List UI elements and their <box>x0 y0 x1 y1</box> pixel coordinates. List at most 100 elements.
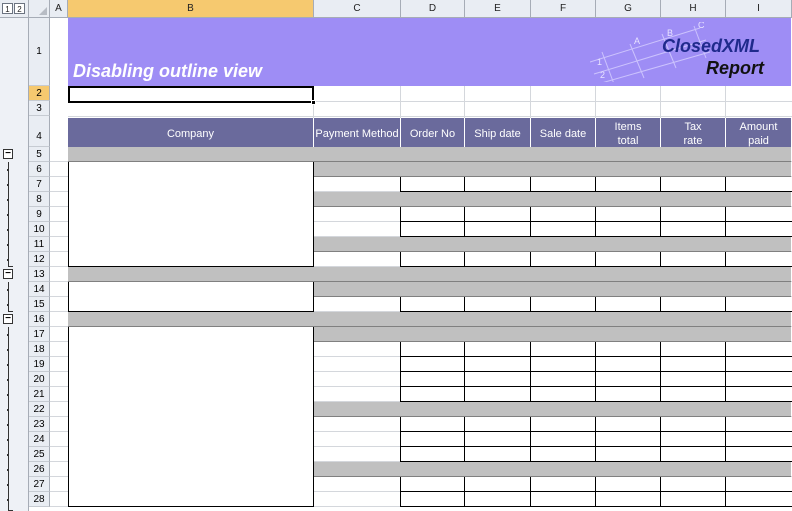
row-header-14[interactable]: 14 <box>29 282 50 297</box>
row-header-17[interactable]: 17 <box>29 327 50 342</box>
row-header-20[interactable]: 20 <box>29 372 50 387</box>
sale-date-cell[interactable] <box>531 207 595 222</box>
column-header-c[interactable]: C <box>314 0 401 18</box>
row-header-6[interactable]: 6 <box>29 162 50 177</box>
items-total-cell[interactable] <box>596 432 660 447</box>
column-header-h[interactable]: H <box>661 0 726 18</box>
row-header-4[interactable]: 4 <box>29 116 50 147</box>
row-header-16[interactable]: 16 <box>29 312 50 327</box>
sale-date-cell[interactable] <box>531 477 595 492</box>
order-no-cell[interactable] <box>401 297 464 312</box>
order-no-cell[interactable] <box>401 207 464 222</box>
sale-date-cell[interactable] <box>531 177 595 192</box>
order-no-cell[interactable] <box>401 252 464 267</box>
items-total-cell[interactable] <box>596 177 660 192</box>
items-total-cell[interactable] <box>596 417 660 432</box>
amount-paid-cell[interactable] <box>726 492 791 507</box>
outline-level-2-button[interactable]: 2 <box>14 3 25 14</box>
select-all-corner[interactable] <box>29 0 50 18</box>
ship-date-cell[interactable] <box>465 177 530 192</box>
items-total-cell[interactable] <box>596 252 660 267</box>
order-no-cell[interactable] <box>401 492 464 507</box>
amount-paid-cell[interactable] <box>726 432 791 447</box>
ship-date-cell[interactable] <box>465 207 530 222</box>
amount-paid-cell[interactable] <box>726 447 791 462</box>
row-header-1[interactable]: 1 <box>29 18 50 86</box>
items-total-cell[interactable] <box>596 387 660 402</box>
items-total-cell[interactable] <box>596 207 660 222</box>
order-no-cell[interactable] <box>401 342 464 357</box>
amount-paid-cell[interactable] <box>726 207 791 222</box>
items-total-cell[interactable] <box>596 357 660 372</box>
collapse-group-button[interactable]: − <box>3 269 13 279</box>
items-total-cell[interactable] <box>596 492 660 507</box>
column-header-e[interactable]: E <box>465 0 531 18</box>
order-no-cell[interactable] <box>401 387 464 402</box>
row-header-26[interactable]: 26 <box>29 462 50 477</box>
row-header-22[interactable]: 22 <box>29 402 50 417</box>
sale-date-cell[interactable] <box>531 492 595 507</box>
ship-date-cell[interactable] <box>465 432 530 447</box>
ship-date-cell[interactable] <box>465 342 530 357</box>
row-header-18[interactable]: 18 <box>29 342 50 357</box>
row-header-12[interactable]: 12 <box>29 252 50 267</box>
collapse-group-button[interactable]: − <box>3 314 13 324</box>
fill-handle[interactable] <box>311 100 316 105</box>
order-no-cell[interactable] <box>401 417 464 432</box>
order-no-cell[interactable] <box>401 447 464 462</box>
row-header-2[interactable]: 2 <box>29 86 50 101</box>
order-no-cell[interactable] <box>401 177 464 192</box>
row-header-15[interactable]: 15 <box>29 297 50 312</box>
column-header-f[interactable]: F <box>531 0 596 18</box>
amount-paid-cell[interactable] <box>726 387 791 402</box>
row-header-27[interactable]: 27 <box>29 477 50 492</box>
row-header-28[interactable]: 28 <box>29 492 50 507</box>
items-total-cell[interactable] <box>596 297 660 312</box>
ship-date-cell[interactable] <box>465 252 530 267</box>
column-header-i[interactable]: I <box>726 0 792 18</box>
ship-date-cell[interactable] <box>465 417 530 432</box>
row-header-10[interactable]: 10 <box>29 222 50 237</box>
sale-date-cell[interactable] <box>531 387 595 402</box>
column-header-b[interactable]: B <box>68 0 314 18</box>
selected-cell-b2[interactable] <box>68 86 314 103</box>
row-header-5[interactable]: 5 <box>29 147 50 162</box>
sale-date-cell[interactable] <box>531 222 595 237</box>
sale-date-cell[interactable] <box>531 342 595 357</box>
column-header-a[interactable]: A <box>50 0 68 18</box>
row-header-25[interactable]: 25 <box>29 447 50 462</box>
row-header-23[interactable]: 23 <box>29 417 50 432</box>
ship-date-cell[interactable] <box>465 387 530 402</box>
amount-paid-cell[interactable] <box>726 342 791 357</box>
order-no-cell[interactable] <box>401 432 464 447</box>
amount-paid-cell[interactable] <box>726 477 791 492</box>
ship-date-cell[interactable] <box>465 447 530 462</box>
row-header-21[interactable]: 21 <box>29 387 50 402</box>
sale-date-cell[interactable] <box>531 372 595 387</box>
amount-paid-cell[interactable] <box>726 177 791 192</box>
column-header-d[interactable]: D <box>401 0 465 18</box>
amount-paid-cell[interactable] <box>726 372 791 387</box>
items-total-cell[interactable] <box>596 342 660 357</box>
amount-paid-cell[interactable] <box>726 297 791 312</box>
collapse-group-button[interactable]: − <box>3 149 13 159</box>
ship-date-cell[interactable] <box>465 372 530 387</box>
items-total-cell[interactable] <box>596 372 660 387</box>
ship-date-cell[interactable] <box>465 222 530 237</box>
sale-date-cell[interactable] <box>531 432 595 447</box>
row-header-8[interactable]: 8 <box>29 192 50 207</box>
row-header-24[interactable]: 24 <box>29 432 50 447</box>
ship-date-cell[interactable] <box>465 492 530 507</box>
row-header-11[interactable]: 11 <box>29 237 50 252</box>
sale-date-cell[interactable] <box>531 417 595 432</box>
sale-date-cell[interactable] <box>531 447 595 462</box>
amount-paid-cell[interactable] <box>726 357 791 372</box>
amount-paid-cell[interactable] <box>726 417 791 432</box>
items-total-cell[interactable] <box>596 447 660 462</box>
row-header-9[interactable]: 9 <box>29 207 50 222</box>
row-header-3[interactable]: 3 <box>29 101 50 116</box>
sale-date-cell[interactable] <box>531 252 595 267</box>
amount-paid-cell[interactable] <box>726 222 791 237</box>
ship-date-cell[interactable] <box>465 477 530 492</box>
sale-date-cell[interactable] <box>531 357 595 372</box>
